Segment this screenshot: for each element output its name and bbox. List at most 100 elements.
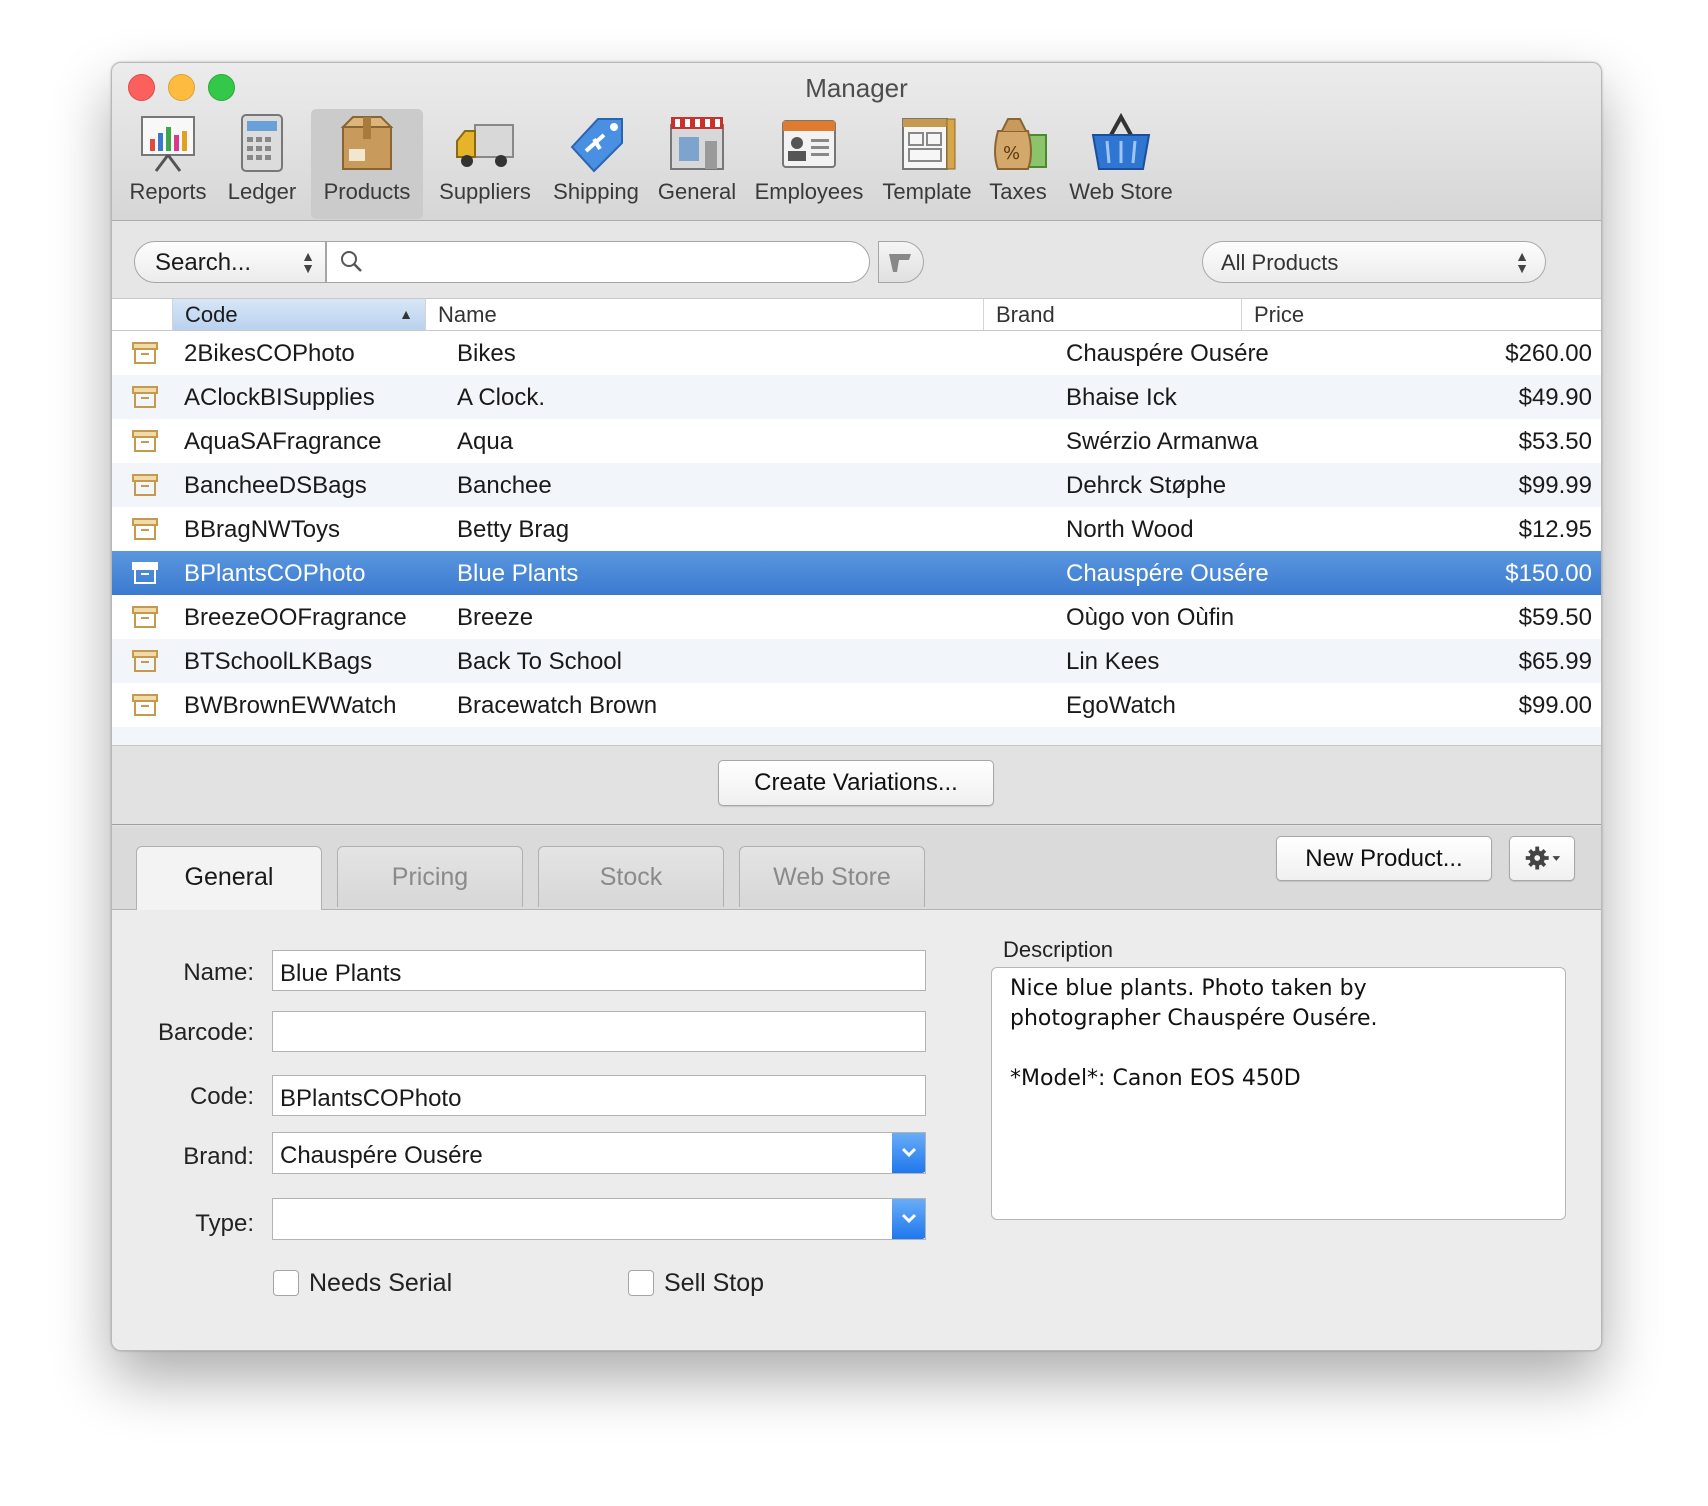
gear-icon <box>1525 846 1561 870</box>
toolbar-label: Ledger <box>227 179 297 204</box>
toolbar-label: Shipping <box>553 179 639 204</box>
create-variations-button[interactable]: Create Variations... <box>718 760 994 806</box>
name-field[interactable]: Blue Plants <box>272 950 926 991</box>
column-header-name[interactable]: Name <box>425 299 983 330</box>
brand-label: Brand: <box>183 1143 254 1170</box>
product-box-icon <box>132 606 158 628</box>
toolbar-reports[interactable]: Reports <box>122 109 214 219</box>
table-row[interactable]: BancheeDSBags Banchee Dehrck Støphe $99.99 <box>112 463 1601 507</box>
toolbar-template[interactable]: Template <box>879 109 975 219</box>
tab-web-store[interactable]: Web Store <box>739 846 925 907</box>
title-toolbar: Manager Reports Ledger Products Supplier… <box>112 63 1601 221</box>
product-box-icon <box>132 650 158 672</box>
tab-pricing[interactable]: Pricing <box>337 846 523 907</box>
product-filter-popup[interactable]: All Products ▲ ▼ <box>1202 241 1546 283</box>
cell-name: Bikes <box>457 340 516 367</box>
toolbar-suppliers[interactable]: Suppliers <box>432 109 538 219</box>
sort-ascending-icon: ▲ <box>399 306 413 322</box>
search-scope-popup[interactable]: Search... ▲ ▼ <box>134 241 326 283</box>
product-box-icon <box>132 474 158 496</box>
general-icon <box>670 117 724 170</box>
search-filter-button[interactable] <box>878 241 924 283</box>
employees-icon <box>782 120 836 168</box>
column-header-code[interactable]: Code ▲ <box>172 299 425 330</box>
product-box-icon <box>132 518 158 540</box>
table-row[interactable]: AquaSAFragrance Aqua Swérzio Armanwa $53.50 <box>112 419 1601 463</box>
cell-price: $49.90 <box>1518 384 1592 411</box>
cell-code: 2BikesCOPhoto <box>184 340 355 367</box>
needs-serial-checkbox[interactable] <box>273 1270 299 1296</box>
toolbar-products[interactable]: Products <box>311 109 423 219</box>
product-filter-value: All Products <box>1221 250 1339 275</box>
table-row[interactable]: BBragNWToys Betty Brag North Wood $12.95 <box>112 507 1601 551</box>
column-header-price[interactable]: Price <box>1241 299 1601 330</box>
cell-name: Breeze <box>457 604 534 631</box>
needs-serial-label: Needs Serial <box>309 1269 453 1297</box>
table-row[interactable]: 2BikesCOPhoto Bikes Chauspére Ousére $260.0… <box>112 331 1601 375</box>
toolbar-label: Template <box>882 179 972 204</box>
brand-dropdown-button[interactable] <box>892 1133 925 1173</box>
chevron-down-icon <box>901 1147 917 1158</box>
search-input[interactable] <box>326 241 870 283</box>
cell-brand: Chauspére Ousére <box>1066 340 1269 367</box>
cell-name: Blue Plants <box>457 560 579 587</box>
products-icon <box>340 116 394 170</box>
cell-code: BBragNWToys <box>184 516 341 543</box>
cell-code: AClockBISupplies <box>184 384 375 411</box>
toolbar-web-store[interactable]: Web Store <box>1061 109 1181 219</box>
cell-name: Banchee <box>457 472 552 499</box>
cell-price: $99.99 <box>1518 472 1592 499</box>
barcode-label: Barcode: <box>157 1019 254 1046</box>
cell-code: BancheeDSBags <box>184 472 367 499</box>
code-value: BPlantsCOPhoto <box>280 1085 462 1112</box>
column-header-brand[interactable]: Brand <box>983 299 1241 330</box>
cell-name: Bracewatch Brown <box>457 692 658 719</box>
toolbar-general[interactable]: General <box>652 109 742 219</box>
tab-general[interactable]: General <box>136 846 322 910</box>
cell-brand: North Wood <box>1066 516 1194 543</box>
toolbar-employees[interactable]: Employees <box>749 109 869 219</box>
description-label: Description <box>1003 937 1114 962</box>
toolbar-label: General <box>657 179 737 204</box>
toolbar-label: Suppliers <box>439 179 531 204</box>
cell-price: $12.95 <box>1518 516 1592 543</box>
table-row-partial[interactable] <box>112 727 1601 746</box>
barcode-field[interactable] <box>272 1011 926 1052</box>
table-row[interactable]: BTSchoolLKBags Back To School Lin Kees $65.… <box>112 639 1601 683</box>
sell-stop-checkbox[interactable] <box>628 1270 654 1296</box>
table-row[interactable]: AClockBISupplies A Clock. Bhaise Ick $49.90 <box>112 375 1601 419</box>
cell-name: Betty Brag <box>457 516 570 543</box>
action-menu-button[interactable] <box>1509 836 1575 881</box>
products-table[interactable]: Code ▲ Name Brand Price 2BikesCOPhoto Bike… <box>112 298 1601 746</box>
table-row[interactable]: BPlantsCOPhoto Blue Plants Chauspére Ousér… <box>112 551 1601 595</box>
code-field[interactable]: BPlantsCOPhoto <box>272 1075 926 1116</box>
table-row[interactable]: BWBrownEWWatch Bracewatch Brown EgoWatch $9… <box>112 683 1601 727</box>
toolbar-label: Reports <box>129 179 207 204</box>
window-title: Manager <box>805 73 908 103</box>
table-row[interactable]: BreezeOOFragrance Breeze Oùgo von Oùfin $59… <box>112 595 1601 639</box>
shipping-icon <box>570 118 623 173</box>
cell-price: $260.00 <box>1505 340 1592 367</box>
svg-text:%: % <box>1003 143 1020 164</box>
toolbar-shipping[interactable]: Shipping <box>547 109 645 219</box>
search-icon <box>341 251 362 272</box>
toolbar-taxes[interactable]: % Taxes <box>983 109 1053 219</box>
type-combobox[interactable] <box>272 1198 926 1240</box>
search-bar: Search... ▲ ▼ All Products ▲ ▼ <box>112 221 1601 298</box>
toolbar-ledger[interactable]: Ledger <box>222 109 302 219</box>
description-textarea[interactable]: Nice blue plants. Photo taken by photogr… <box>991 967 1566 1220</box>
product-box-icon <box>132 430 158 452</box>
cell-brand: Oùgo von Oùfin <box>1066 604 1235 631</box>
cell-brand: Swérzio Armanwa <box>1066 428 1259 455</box>
table-body: 2BikesCOPhoto Bikes Chauspére Ousére $260.0… <box>112 331 1601 746</box>
tab-stock[interactable]: Stock <box>538 846 724 907</box>
cell-name: A Clock. <box>457 384 546 411</box>
general-form: Name: Blue Plants Barcode: Code: BPlants… <box>112 910 1601 1350</box>
toolbar-label: Products <box>323 179 411 204</box>
new-product-button[interactable]: New Product... <box>1276 836 1492 881</box>
toolbar-label: Employees <box>754 179 864 204</box>
suppliers-icon <box>456 124 514 167</box>
cell-name: Back To School <box>457 648 622 675</box>
brand-combobox[interactable]: Chauspére Ousére <box>272 1132 926 1174</box>
type-dropdown-button[interactable] <box>892 1199 925 1239</box>
